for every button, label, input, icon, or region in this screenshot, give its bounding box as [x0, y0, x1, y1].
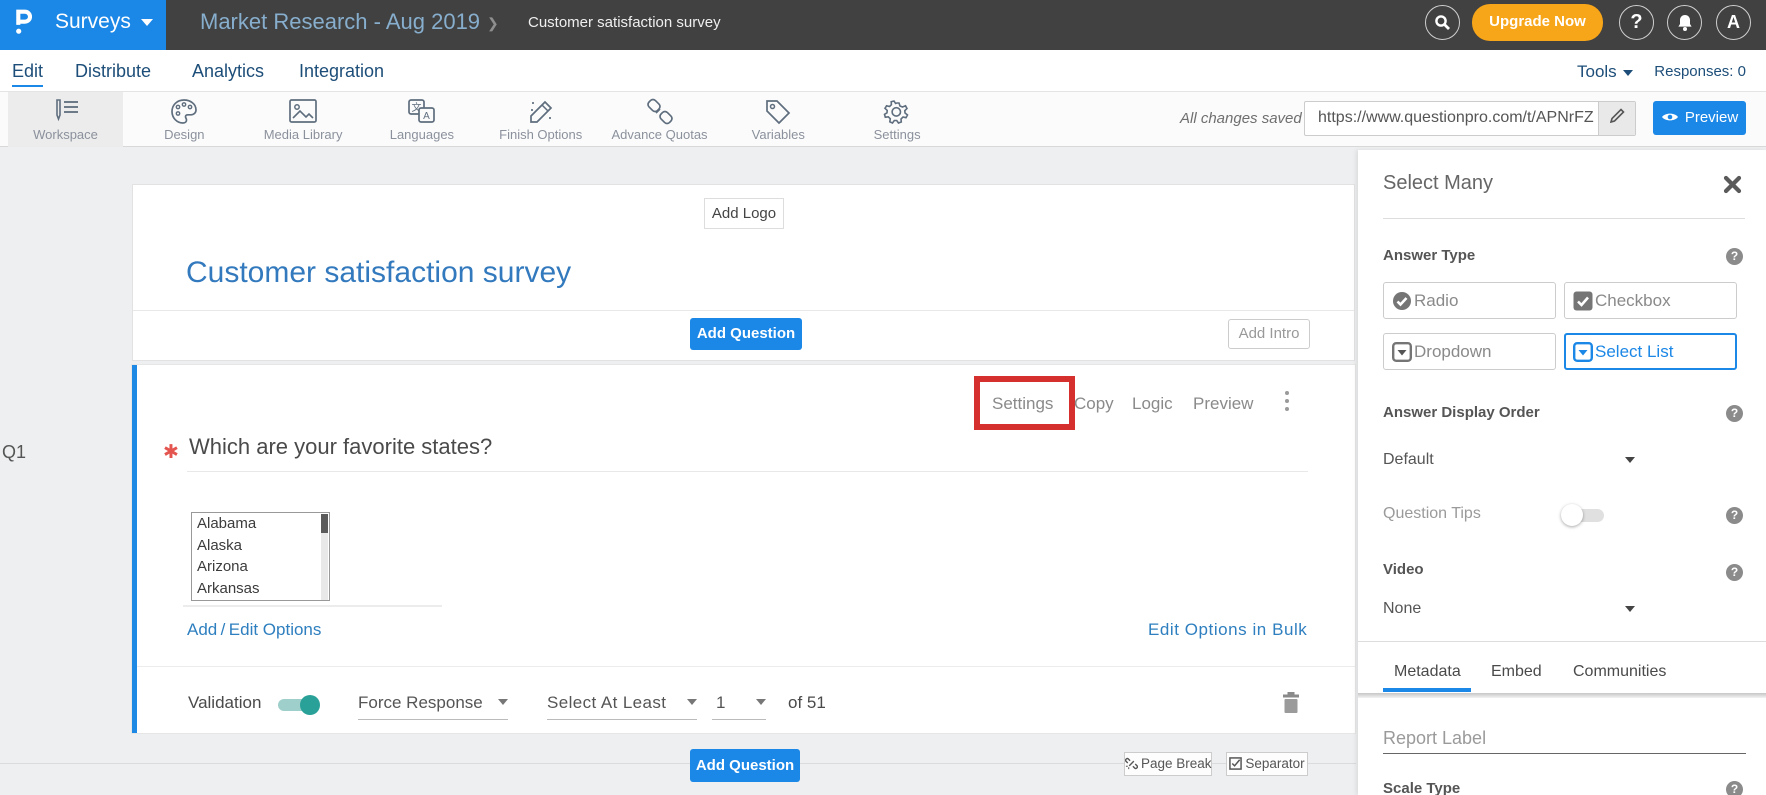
svg-text:A: A	[423, 111, 430, 122]
